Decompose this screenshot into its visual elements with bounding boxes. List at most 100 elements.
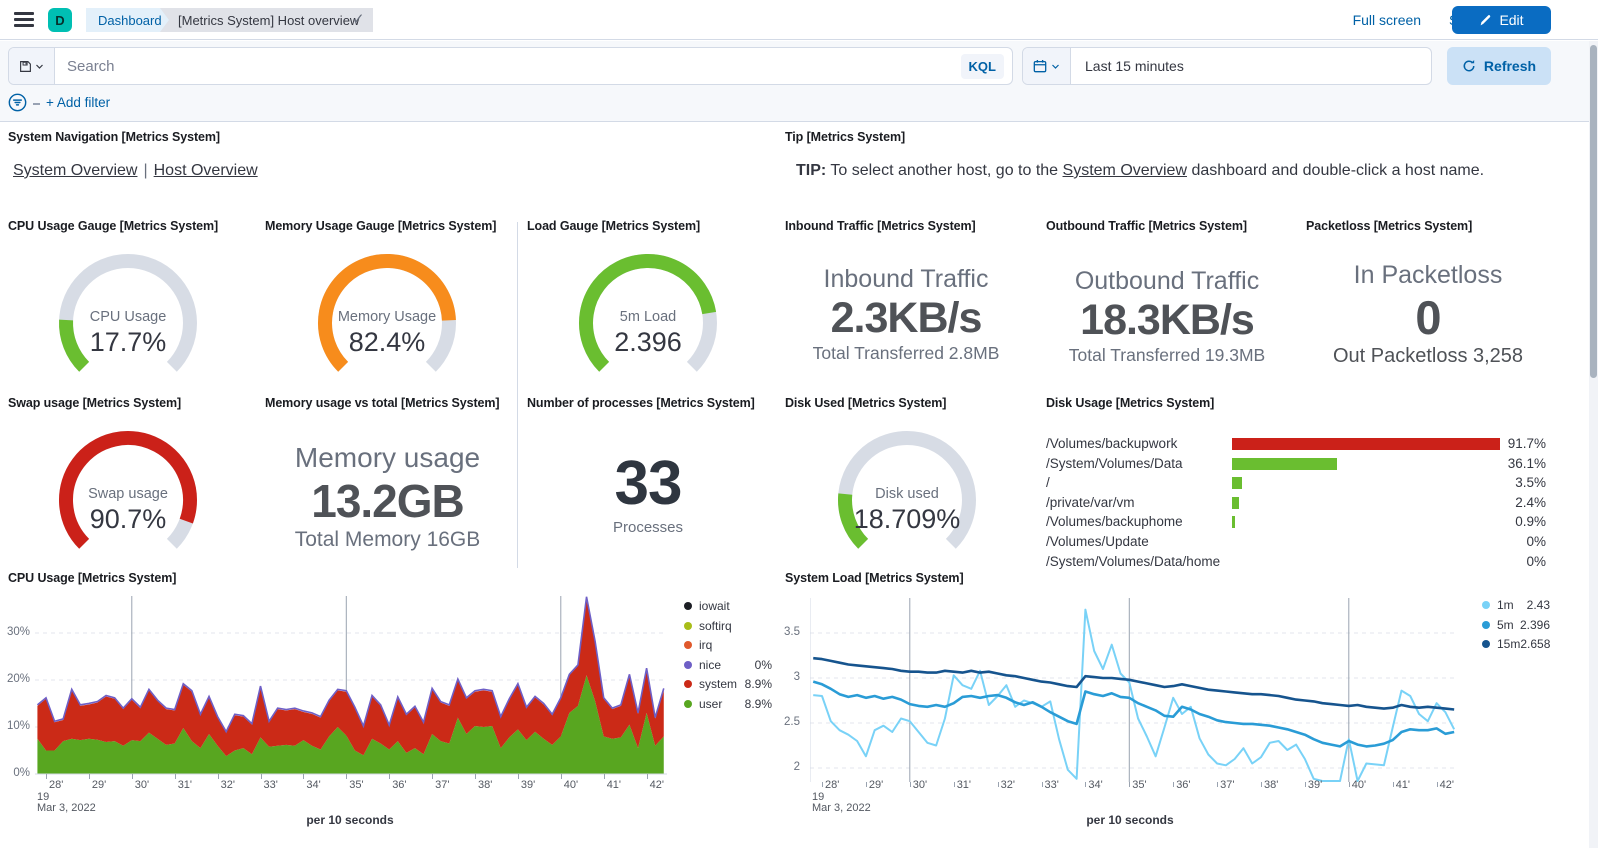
inbound-sub: Total Transferred 2.8MB bbox=[785, 343, 1027, 364]
load-x-tick bbox=[954, 782, 955, 787]
legend-name: 5m bbox=[1497, 618, 1520, 632]
load-x-tick-label: 36' bbox=[1176, 779, 1190, 791]
memory-usage-gauge: Memory Usage 82.4% bbox=[302, 243, 472, 383]
disk-usage-value: 0% bbox=[1526, 534, 1546, 549]
kql-button[interactable]: KQL bbox=[961, 54, 1004, 79]
filter-icon[interactable] bbox=[8, 93, 27, 117]
add-filter-button[interactable]: + Add filter bbox=[46, 95, 110, 110]
load-chart-plot[interactable] bbox=[810, 598, 1458, 782]
disk-usage-value: 2.4% bbox=[1515, 495, 1546, 510]
panel-title-processes: Number of processes [Metrics System] bbox=[527, 396, 769, 410]
panel-title-swap: Swap usage [Metrics System] bbox=[8, 396, 181, 410]
panel-title-disk-used: Disk Used [Metrics System] bbox=[785, 396, 946, 410]
cpu-x-tick-label: 31' bbox=[178, 779, 192, 791]
disk-path-label: /System/Volumes/Data bbox=[1046, 456, 1183, 471]
scrollbar-thumb[interactable] bbox=[1590, 45, 1597, 378]
gauge-value: 2.396 bbox=[563, 327, 733, 358]
cpu-chart-plot[interactable] bbox=[35, 596, 667, 776]
cpu-x-tick-label: 34' bbox=[306, 779, 320, 791]
disk-usage-value: 3.5% bbox=[1515, 475, 1546, 490]
edit-button[interactable]: Edit bbox=[1452, 6, 1551, 34]
memory-total-sub: Total Memory 16GB bbox=[265, 528, 510, 552]
load-x-tick bbox=[1217, 782, 1218, 787]
disk-usage-panel: Disk Usage [Metrics System] /Volumes/bac… bbox=[1046, 396, 1550, 574]
panel-title-cpu-gauge: CPU Usage Gauge [Metrics System] bbox=[8, 219, 218, 233]
disk-used-gauge: Disk used18.709% bbox=[822, 420, 992, 560]
legend-value: 2.396 bbox=[1520, 618, 1550, 632]
system-overview-link[interactable]: System Overview bbox=[13, 162, 137, 179]
outbound-sub: Total Transferred 19.3MB bbox=[1046, 345, 1288, 366]
menu-icon[interactable] bbox=[14, 12, 34, 28]
legend-item[interactable]: irq bbox=[684, 638, 772, 652]
legend-name: softirq bbox=[699, 619, 772, 633]
legend-name: nice bbox=[699, 658, 755, 672]
legend-dot bbox=[1482, 640, 1490, 648]
gauge-text: Disk used18.709% bbox=[822, 486, 992, 535]
pencil-icon bbox=[1479, 14, 1492, 27]
legend-dot bbox=[684, 700, 692, 708]
panel-title-memory-total: Memory usage vs total [Metrics System] bbox=[265, 396, 510, 410]
cpu-x-tick-label: 37' bbox=[435, 779, 449, 791]
load-x-axis-title: per 10 seconds bbox=[930, 813, 1330, 827]
legend-dot bbox=[1482, 621, 1490, 629]
panel-title-outbound: Outbound Traffic [Metrics System] bbox=[1046, 219, 1288, 233]
inbound-value: 2.3KB/s bbox=[785, 294, 1027, 343]
legend-value: 0% bbox=[755, 658, 772, 672]
legend-item[interactable]: 15m2.658 bbox=[1482, 637, 1550, 651]
disk-path-label: /Volumes/Update bbox=[1046, 534, 1149, 549]
disk-usage-row: /System/Volumes/Data36.1% bbox=[1046, 454, 1550, 474]
legend-item[interactable]: system8.9% bbox=[684, 677, 772, 691]
load-x-tick bbox=[1349, 782, 1350, 787]
legend-item[interactable]: 1m2.43 bbox=[1482, 598, 1550, 612]
legend-item[interactable]: nice0% bbox=[684, 658, 772, 672]
load-x-tick bbox=[1042, 782, 1043, 787]
disk-path-label: /Volumes/backupwork bbox=[1046, 436, 1177, 451]
cpu-x-tick-label: 42' bbox=[650, 779, 664, 791]
disk-path-label: /System/Volumes/Data/home bbox=[1046, 554, 1220, 569]
memory-total-value: 13.2GB bbox=[265, 474, 510, 528]
cpu-usage-gauge: CPU Usage17.7% bbox=[43, 243, 213, 383]
link-separator: | bbox=[137, 162, 153, 179]
load-y-tick-label: 2 bbox=[772, 761, 800, 773]
load-x-tick bbox=[1085, 782, 1086, 787]
legend-item[interactable]: softirq bbox=[684, 619, 772, 633]
time-range-value[interactable]: Last 15 minutes bbox=[1071, 58, 1198, 74]
saved-query-menu-button[interactable] bbox=[9, 48, 55, 84]
packetloss-value: 0 bbox=[1306, 290, 1550, 345]
disk-usage-row: /Volumes/backuphome0.9% bbox=[1046, 512, 1550, 532]
full-screen-button[interactable]: Full screen bbox=[1353, 12, 1421, 28]
load-x-tick bbox=[1261, 782, 1262, 787]
calendar-menu-button[interactable] bbox=[1023, 48, 1071, 84]
gauge-value: 82.4% bbox=[302, 327, 472, 358]
legend-item[interactable]: 5m2.396 bbox=[1482, 618, 1550, 632]
load-x-tick-label: 42' bbox=[1440, 779, 1454, 791]
search-input[interactable] bbox=[55, 58, 961, 75]
refresh-button[interactable]: Refresh bbox=[1447, 47, 1551, 85]
memory-total-label: Memory usage bbox=[265, 442, 510, 474]
cpu-x-tick bbox=[303, 774, 304, 779]
cpu-y-tick-label: 10% bbox=[2, 720, 30, 732]
space-avatar[interactable]: D bbox=[48, 8, 72, 32]
cpu-x-tick-label: 28' bbox=[49, 779, 63, 791]
host-overview-link[interactable]: Host Overview bbox=[154, 162, 258, 179]
cpu-x-tick-label: 36' bbox=[392, 779, 406, 791]
load-y-tick-label: 2.5 bbox=[772, 716, 800, 728]
legend-item[interactable]: iowait bbox=[684, 599, 772, 613]
disk-path-label: /private/var/vm bbox=[1046, 495, 1135, 510]
check-icon[interactable]: ✓ bbox=[352, 10, 365, 28]
load-y-tick-label: 3.5 bbox=[772, 626, 800, 638]
load-x-tick bbox=[910, 782, 911, 787]
panel-title-cpu-chart: CPU Usage [Metrics System] bbox=[8, 571, 176, 585]
cpu-x-tick-label: 40' bbox=[564, 779, 578, 791]
gauge-label: Memory Usage bbox=[302, 309, 472, 325]
swap-usage-gauge: Swap usage90.7% bbox=[43, 420, 213, 560]
gauge-text: CPU Usage17.7% bbox=[43, 309, 213, 358]
disk-usage-value: 0% bbox=[1526, 554, 1546, 569]
legend-name: user bbox=[699, 697, 745, 711]
system-navigation-links: System Overview|Host Overview bbox=[13, 162, 258, 180]
panel-title-load-gauge: Load Gauge [Metrics System] bbox=[527, 219, 700, 233]
legend-item[interactable]: user8.9% bbox=[684, 697, 772, 711]
packetloss-panel: Packetloss [Metrics System] In Packetlos… bbox=[1306, 219, 1550, 368]
tip-system-overview-link[interactable]: System Overview bbox=[1063, 162, 1187, 179]
outbound-value: 18.3KB/s bbox=[1046, 296, 1288, 345]
